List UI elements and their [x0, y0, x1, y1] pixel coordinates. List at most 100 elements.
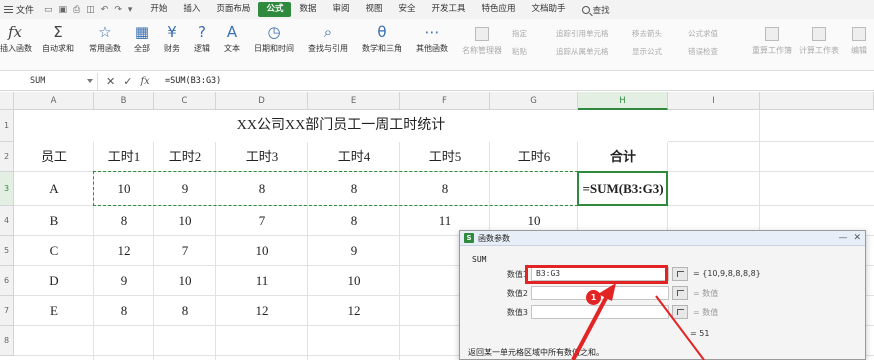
employee-name-cell[interactable]: D [14, 266, 94, 296]
tab-insert[interactable]: 插入 [175, 0, 208, 19]
header-cell[interactable]: 合计 [578, 142, 668, 172]
undo-icon[interactable]: ↶ [101, 5, 109, 15]
hours-cell[interactable]: 10 [154, 266, 216, 296]
row-header-3[interactable]: 3 [0, 172, 14, 206]
preview-icon[interactable]: ◫ [86, 5, 95, 15]
hours-cell[interactable]: 7 [216, 206, 308, 236]
error-checking-button[interactable]: 错误检查 [688, 46, 718, 57]
row-header-4[interactable]: 4 [0, 206, 14, 236]
tab-developer[interactable]: 开发工具 [424, 0, 474, 19]
confirm-icon[interactable]: ✓ [123, 75, 132, 88]
common-functions-button[interactable]: ☆ 常用函数 [84, 19, 126, 71]
employee-name-cell[interactable]: E [14, 296, 94, 326]
hours-cell[interactable]: 8 [308, 206, 400, 236]
arg1-range-picker-icon[interactable] [672, 267, 688, 281]
column-header-e[interactable]: E [308, 92, 400, 110]
row-header-7[interactable]: 7 [0, 296, 14, 326]
hours-cell[interactable]: 10 [308, 266, 400, 296]
hours-cell[interactable]: 12 [216, 296, 308, 326]
open-icon[interactable]: ▭ [44, 5, 53, 15]
recalc-workbook-button[interactable]: 重算工作簿 [752, 27, 792, 56]
trace-dependents-button[interactable]: 追踪从属单元格 [556, 46, 609, 57]
hours-cell[interactable]: 11 [216, 266, 308, 296]
tab-features[interactable]: 特色应用 [474, 0, 524, 19]
employee-name-cell[interactable]: C [14, 236, 94, 266]
header-cell[interactable]: 工时5 [400, 142, 490, 172]
save-icon[interactable]: ▣ [59, 5, 68, 15]
formula-input[interactable]: =SUM(B3:G3) [165, 73, 221, 90]
date-time-button[interactable]: ◷ 日期和时间 [250, 19, 298, 71]
header-cell[interactable]: 工时1 [94, 142, 154, 172]
tab-security[interactable]: 安全 [391, 0, 424, 19]
hours-cell[interactable]: 12 [94, 236, 154, 266]
text-functions-button[interactable]: A 文本 [220, 19, 244, 71]
hours-cell[interactable]: 10 [216, 236, 308, 266]
employee-name-cell[interactable]: B [14, 206, 94, 236]
column-header-c[interactable]: C [154, 92, 216, 110]
select-all-corner[interactable] [0, 92, 14, 110]
row-header-1[interactable]: 1 [0, 110, 14, 142]
edit-button[interactable]: 编辑 [851, 27, 867, 56]
file-menu[interactable]: 文件 [0, 0, 38, 19]
column-header-h[interactable]: H [578, 92, 668, 110]
tab-page-layout[interactable]: 页面布局 [208, 0, 258, 19]
column-header-i[interactable]: I [668, 92, 760, 110]
row-header-8[interactable]: 8 [0, 326, 14, 356]
column-header-b[interactable]: B [94, 92, 154, 110]
arg3-input[interactable] [531, 305, 669, 319]
header-cell[interactable]: 工时2 [154, 142, 216, 172]
remove-arrows-button[interactable]: 移去箭头 [632, 28, 662, 39]
tab-view[interactable]: 视图 [357, 0, 390, 19]
column-header-d[interactable]: D [216, 92, 308, 110]
header-cell[interactable]: 员工 [14, 142, 94, 172]
column-header-a[interactable]: A [14, 92, 94, 110]
more-functions-button[interactable]: ⋯ 其他函数 [412, 19, 452, 71]
chevron-down-icon[interactable] [87, 79, 93, 83]
hours-cell[interactable]: 10 [154, 206, 216, 236]
hours-cell[interactable]: 8 [154, 296, 216, 326]
row-header-2[interactable]: 2 [0, 142, 14, 172]
fx-icon[interactable]: fx [140, 76, 149, 87]
hours-cell[interactable]: 12 [308, 296, 400, 326]
math-trig-button[interactable]: θ 数学和三角 [358, 19, 406, 71]
hours-cell[interactable]: 9 [308, 236, 400, 266]
hours-cell[interactable]: 8 [94, 206, 154, 236]
tab-formulas[interactable]: 公式 [258, 2, 292, 17]
finance-button[interactable]: ¥ 财务 [160, 19, 184, 71]
autosum-button[interactable]: Σ 自动求和 [38, 19, 78, 71]
tab-review[interactable]: 审阅 [324, 0, 357, 19]
name-box[interactable]: SUM [0, 73, 98, 90]
column-header-g[interactable]: G [490, 92, 578, 110]
hours-cell[interactable]: 7 [154, 236, 216, 266]
header-cell[interactable]: 工时4 [308, 142, 400, 172]
all-functions-button[interactable]: ▦ 全部 [130, 19, 154, 71]
print-icon[interactable]: ⎙ [73, 5, 80, 15]
paste-name-button[interactable]: 粘贴 [512, 46, 527, 57]
cancel-icon[interactable]: ✕ [106, 75, 115, 88]
row-header-6[interactable]: 6 [0, 266, 14, 296]
logic-button[interactable]: ? 逻辑 [190, 19, 214, 71]
header-cell[interactable]: 工时3 [216, 142, 308, 172]
redo-icon[interactable]: ↷ [114, 5, 122, 15]
tab-doc-assistant[interactable]: 文档助手 [524, 0, 574, 19]
hours-cell[interactable]: 9 [94, 266, 154, 296]
trace-precedents-button[interactable]: 追踪引用单元格 [556, 28, 609, 39]
employee-name-cell[interactable]: A [14, 172, 94, 206]
arg3-range-picker-icon[interactable] [672, 305, 688, 319]
header-cell[interactable]: 工时6 [490, 142, 578, 172]
evaluate-formula-button[interactable]: 公式求值 [688, 28, 718, 39]
more-icon[interactable]: ▾ [128, 5, 133, 15]
hours-cell[interactable]: 8 [94, 296, 154, 326]
arg2-range-picker-icon[interactable] [672, 286, 688, 300]
insert-function-button[interactable]: fx 插入函数 [0, 19, 32, 71]
lookup-reference-button[interactable]: ⌕ 查找与引用 [304, 19, 352, 71]
sheet-title[interactable]: XX公司XX部门员工一周工时统计 [14, 110, 668, 142]
name-manager-button[interactable]: 名称管理器 [462, 27, 502, 56]
close-icon[interactable]: ✕ [853, 233, 861, 243]
tab-home[interactable]: 开始 [142, 0, 175, 19]
search-box[interactable]: 查找 [581, 4, 610, 16]
minimize-icon[interactable]: — [838, 233, 847, 243]
show-formulas-button[interactable]: 显示公式 [632, 46, 662, 57]
column-header-f[interactable]: F [400, 92, 490, 110]
calc-sheet-button[interactable]: 计算工作表 [799, 27, 839, 56]
